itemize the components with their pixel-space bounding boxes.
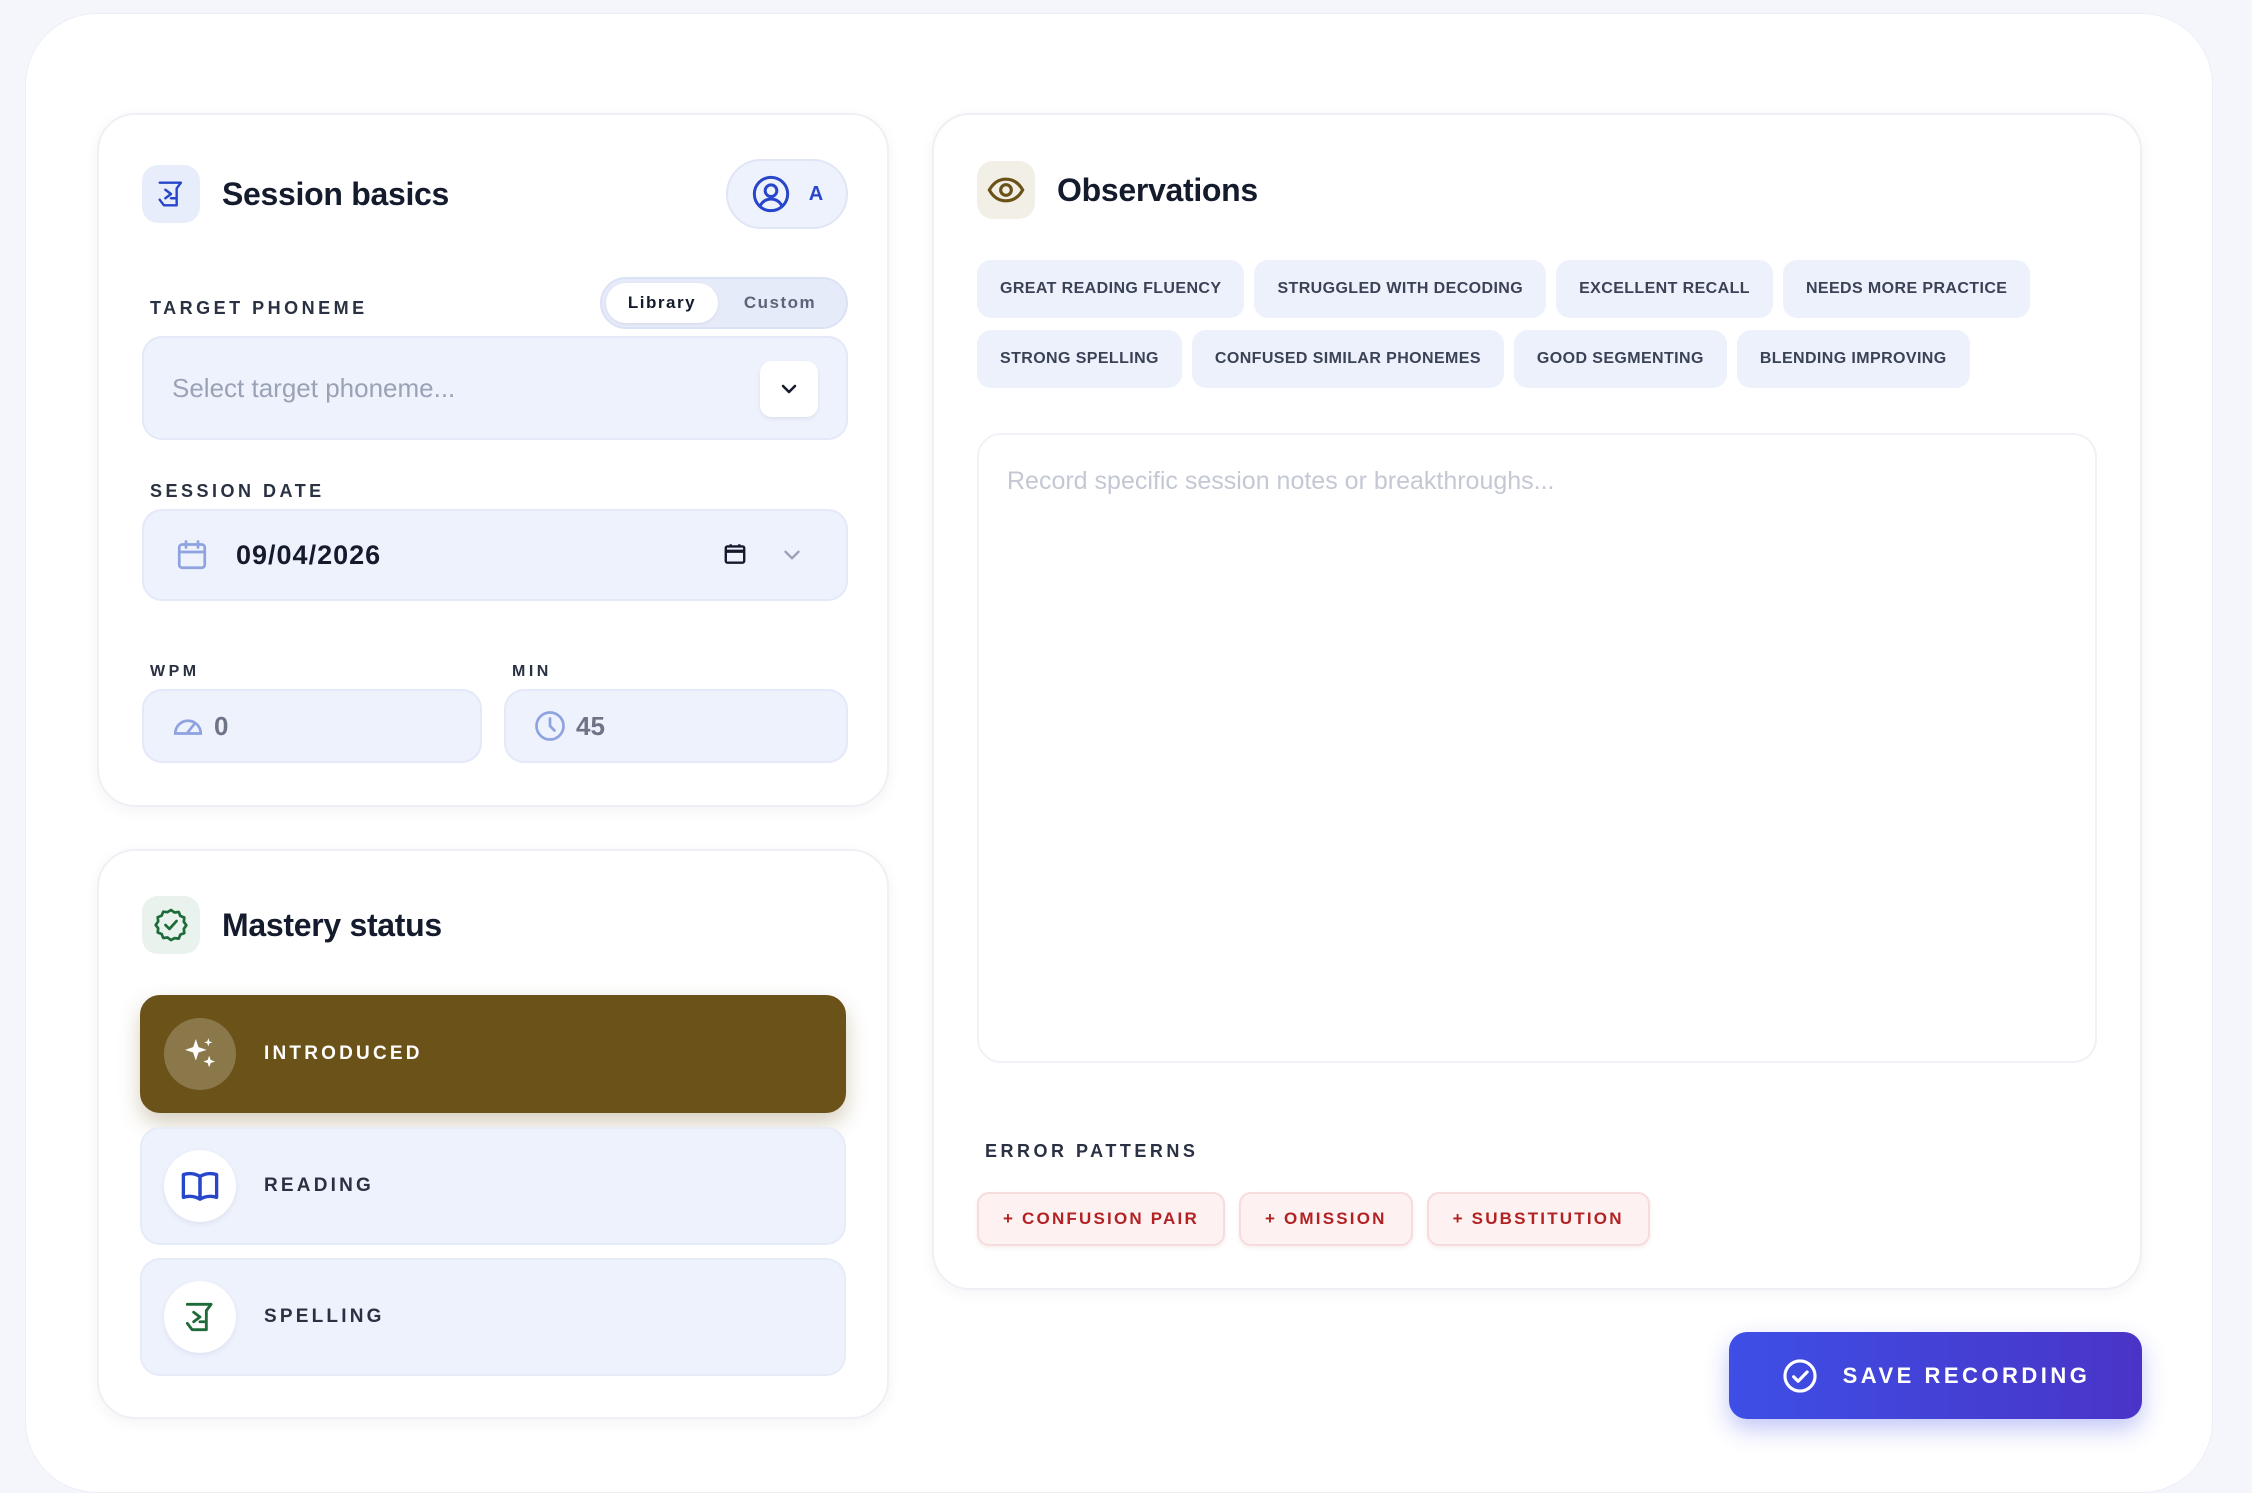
speedometer-icon	[170, 708, 206, 744]
mastery-option-reading[interactable]: READING	[140, 1127, 846, 1245]
user-circle-icon	[751, 174, 791, 214]
student-badge-button[interactable]: A	[726, 159, 848, 229]
error-patterns-label: ERROR PATTERNS	[985, 1141, 1199, 1161]
observations-title: Observations	[1057, 171, 1258, 208]
mastery-option-label: INTRODUCED	[264, 1043, 423, 1064]
session-date-input[interactable]: 09/04/2026	[142, 509, 848, 601]
session-notes-placeholder: Record specific session notes or breakth…	[1007, 467, 1555, 495]
session-notes-textarea[interactable]: Record specific session notes or breakth…	[977, 433, 2097, 1063]
mastery-option-introduced[interactable]: INTRODUCED	[140, 995, 846, 1113]
observation-tag[interactable]: EXCELLENT RECALL	[1556, 260, 1773, 318]
wpm-input[interactable]: 0	[142, 689, 482, 763]
spelling-icon	[164, 1281, 236, 1353]
add-omission-button[interactable]: + OMISSION	[1238, 1192, 1413, 1246]
session-date-label: SESSION DATE	[150, 481, 325, 501]
student-badge-letter: A	[808, 182, 824, 205]
spelling-icon	[142, 165, 200, 223]
add-confusion-pair-button[interactable]: + CONFUSION PAIR	[977, 1192, 1225, 1246]
min-value: 45	[576, 710, 605, 741]
toggle-library[interactable]: Library	[606, 283, 718, 323]
observations-card: Observations GREAT READING FLUENCY STRUG…	[932, 113, 2142, 1290]
session-date-value: 09/04/2026	[236, 539, 382, 570]
observation-tag[interactable]: BLENDING IMPROVING	[1736, 330, 1970, 388]
observation-tag[interactable]: CONFUSED SIMILAR PHONEMES	[1191, 330, 1504, 388]
check-circle-icon	[1781, 1357, 1819, 1395]
wpm-label: WPM	[150, 663, 200, 680]
date-picker-icon[interactable]	[722, 541, 748, 567]
eye-icon	[977, 161, 1035, 219]
add-substitution-button[interactable]: + SUBSTITUTION	[1426, 1192, 1650, 1246]
target-phoneme-label: TARGET PHONEME	[150, 298, 368, 318]
observation-tag[interactable]: NEEDS MORE PRACTICE	[1782, 260, 2031, 318]
save-recording-label: SAVE RECORDING	[1842, 1362, 2091, 1388]
observation-tag[interactable]: GOOD SEGMENTING	[1513, 330, 1727, 388]
session-basics-title: Session basics	[222, 175, 450, 212]
mastery-status-title: Mastery status	[222, 906, 442, 943]
sparkles-icon	[164, 1018, 236, 1090]
min-label: MIN	[512, 663, 552, 680]
book-open-icon	[164, 1150, 236, 1222]
mastery-option-label: READING	[264, 1175, 375, 1196]
session-basics-header: Session basics	[142, 165, 449, 223]
observation-tag[interactable]: STRONG SPELLING	[977, 330, 1182, 388]
observation-tags: GREAT READING FLUENCY STRUGGLED WITH DEC…	[977, 260, 2107, 400]
calendar-icon	[174, 537, 210, 573]
mastery-option-label: SPELLING	[264, 1306, 385, 1327]
mastery-status-card: Mastery status INTRODUCED READING SPELLI…	[97, 849, 889, 1419]
clock-icon	[532, 708, 568, 744]
error-pattern-buttons: + CONFUSION PAIR + OMISSION + SUBSTITUTI…	[977, 1192, 1664, 1246]
session-basics-card: Session basics A TARGET PHONEME Library …	[97, 113, 889, 807]
chevron-down-icon[interactable]	[760, 361, 818, 417]
min-input[interactable]: 45	[504, 689, 848, 763]
mastery-status-header: Mastery status	[142, 896, 442, 954]
phoneme-select-placeholder: Select target phoneme...	[172, 372, 456, 403]
phoneme-source-toggle: Library Custom	[600, 277, 848, 329]
observations-header: Observations	[977, 161, 1258, 219]
mastery-option-spelling[interactable]: SPELLING	[140, 1258, 846, 1376]
wpm-value: 0	[214, 710, 229, 741]
observation-tag[interactable]: STRUGGLED WITH DECODING	[1254, 260, 1547, 318]
toggle-custom[interactable]: Custom	[718, 283, 842, 323]
observation-tag[interactable]: GREAT READING FLUENCY	[977, 260, 1245, 318]
badge-check-icon	[142, 896, 200, 954]
chevron-down-icon[interactable]	[779, 542, 805, 568]
save-recording-button[interactable]: SAVE RECORDING	[1729, 1332, 2142, 1419]
phoneme-select[interactable]: Select target phoneme...	[142, 336, 848, 440]
